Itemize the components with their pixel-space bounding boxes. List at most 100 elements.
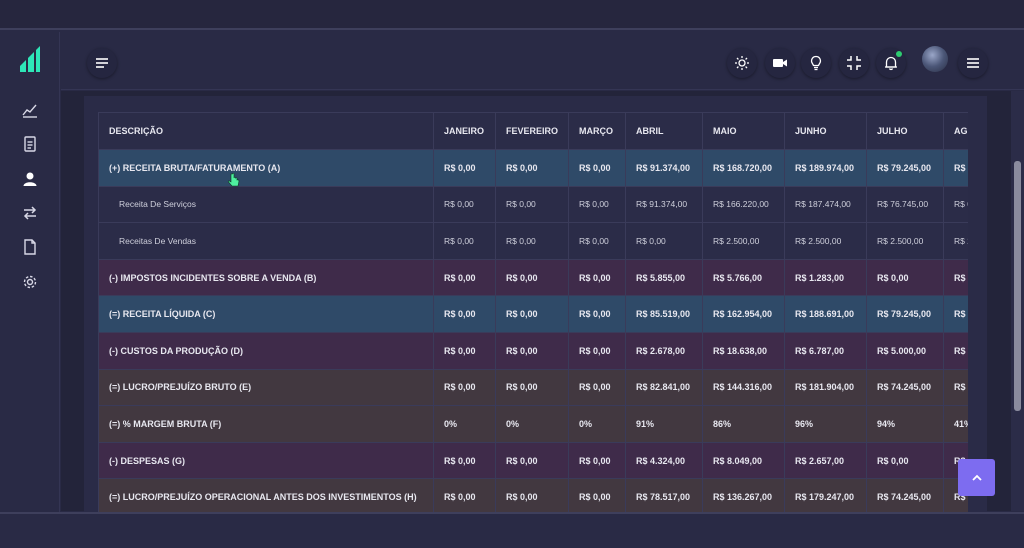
column-header: MAIO (702, 112, 785, 150)
table-cell: R$ 0,00 (568, 222, 626, 260)
table-cell: R$ 188.691,00 (784, 295, 867, 333)
top-header (61, 32, 1024, 90)
table-cell: R$ 0,00 (433, 185, 496, 224)
table-cell: R$ 5.855,00 (625, 258, 703, 297)
table-cell: R$ 91.374,00 (625, 149, 703, 187)
column-header: ABRIL (625, 112, 703, 150)
compress-icon[interactable] (839, 48, 869, 78)
table-cell: R$ 0,00 (495, 295, 569, 333)
table-cell: R$ (943, 149, 968, 187)
table-cell: 41% (943, 405, 968, 443)
row-description: (+) RECEITA BRUTA/FATURAMENTO (A) (98, 149, 434, 187)
transfer-icon[interactable] (20, 203, 40, 223)
table-cell: R$ 187.474,00 (784, 185, 867, 224)
table-cell: R$ 2.657,00 (784, 441, 867, 480)
column-header: JUNHO (784, 112, 867, 150)
column-header: MARÇO (568, 112, 626, 150)
table-cell: 0% (568, 405, 626, 443)
table-row[interactable]: (-) DESPESAS (G) R$ 0,00 R$ 0,00 R$ 0,00 R$ … (98, 441, 968, 480)
video-icon[interactable] (765, 48, 795, 78)
table-cell: R$ 2.500,00 (702, 222, 785, 260)
table-cell: R$ 0,00 (433, 368, 496, 407)
table-cell: R$ 1.283,00 (784, 258, 867, 297)
file-icon[interactable] (20, 237, 40, 257)
table-cell: R$ 0,00 (433, 441, 496, 480)
table-row[interactable]: (=) RECEITA LÍQUIDA (C) R$ 0,00 R$ 0,00 R$ … (98, 295, 968, 333)
table-cell: R$ (943, 258, 968, 297)
table-row[interactable]: (=) % MARGEM BRUTA (F) 0% 0% 0% 91% 86% 96% 94%… (98, 405, 968, 443)
sun-icon[interactable] (727, 48, 757, 78)
table-row[interactable]: (-) IMPOSTOS INCIDENTES SOBRE A VENDA (B… (98, 258, 968, 297)
hamburger-icon[interactable] (958, 48, 988, 78)
avatar[interactable] (922, 46, 948, 72)
mouse-cursor-icon (228, 173, 240, 187)
dre-table-container[interactable]: DESCRIÇÃO JANEIRO FEVEREIRO MARÇO ABRIL MAIO J… (98, 112, 968, 512)
page-scrollbar[interactable] (1011, 91, 1024, 511)
user-icon[interactable] (20, 169, 40, 189)
table-cell: R$ (943, 295, 968, 333)
table-cell: R$ 162.954,00 (702, 295, 785, 333)
row-description: Receita De Serviços (98, 185, 434, 224)
table-cell: R$ 18.638,00 (702, 331, 785, 370)
table-cell: R$ 0,00 (568, 295, 626, 333)
table-body: (+) RECEITA BRUTA/FATURAMENTO (A) R$ 0,00… (98, 149, 968, 512)
table-row[interactable]: (=) LUCRO/PREJUÍZO BRUTO (E) R$ 0,00 R$ 0,… (98, 368, 968, 407)
table-cell: R$ 79.245,00 (866, 149, 944, 187)
bell-icon[interactable] (876, 48, 906, 78)
table-cell: R$ 0,00 (866, 258, 944, 297)
table-cell: R$ 0,00 (625, 222, 703, 260)
table-cell: R$ 0,00 (433, 478, 496, 512)
table-cell: R$ 85.519,00 (625, 295, 703, 333)
table-cell: 91% (625, 405, 703, 443)
table-cell: R$ 0,00 (568, 331, 626, 370)
sidebar (0, 32, 60, 512)
table-cell: R$ 0,00 (495, 185, 569, 224)
table-row[interactable]: (=) LUCRO/PREJUÍZO OPERACIONAL ANTES DOS… (98, 478, 968, 512)
table-cell: R$ 5.766,00 (702, 258, 785, 297)
row-description: (-) CUSTOS DA PRODUÇÃO (D) (98, 331, 434, 370)
row-description: Receitas De Vendas (98, 222, 434, 260)
table-cell: 96% (784, 405, 867, 443)
table-cell: R$ 0,00 (433, 258, 496, 297)
table-cell: 0% (433, 405, 496, 443)
table-cell: R$ 2.500,00 (866, 222, 944, 260)
scrollbar-thumb[interactable] (1014, 161, 1021, 411)
table-cell: R$ 82.841,00 (625, 368, 703, 407)
table-cell: R$ 0,00 (568, 478, 626, 512)
document-icon[interactable] (20, 134, 40, 154)
column-header: AG (943, 112, 968, 150)
lightbulb-icon[interactable] (801, 48, 831, 78)
table-row[interactable]: Receita De Serviços R$ 0,00 R$ 0,00 R$ 0,00… (98, 185, 968, 224)
table-cell: R$ 2.500,00 (784, 222, 867, 260)
menu-toggle-icon[interactable] (87, 48, 117, 78)
table-cell: R$ 78.517,00 (625, 478, 703, 512)
table-cell: R$ 0,00 (866, 441, 944, 480)
table-row[interactable]: Receitas De Vendas R$ 0,00 R$ 0,00 R$ 0,00 R… (98, 222, 968, 260)
table-cell: 94% (866, 405, 944, 443)
table-cell: R$ 168.720,00 (702, 149, 785, 187)
row-description: (=) RECEITA LÍQUIDA (C) (98, 295, 434, 333)
table-cell: R$ 6.787,00 (784, 331, 867, 370)
table-cell: R$ 74.245,00 (866, 478, 944, 512)
table-cell: R$ 74.245,00 (866, 368, 944, 407)
chart-icon[interactable] (20, 100, 40, 120)
row-description: (=) LUCRO/PREJUÍZO BRUTO (E) (98, 368, 434, 407)
table-row[interactable]: (-) CUSTOS DA PRODUÇÃO (D) R$ 0,00 R$ 0,00… (98, 331, 968, 370)
table-cell: R$ 0,00 (495, 331, 569, 370)
table-cell: R$ 166.220,00 (702, 185, 785, 224)
table-cell: R$ 79.245,00 (866, 295, 944, 333)
scroll-to-top-button[interactable] (958, 459, 995, 496)
table-cell: 86% (702, 405, 785, 443)
table-cell: R$ 0,00 (568, 185, 626, 224)
table-cell: R$ 0,00 (433, 149, 496, 187)
app-logo[interactable] (18, 46, 42, 72)
table-cell: R$ 5.000,00 (866, 331, 944, 370)
table-cell: R$ 2.678,00 (625, 331, 703, 370)
settings-icon[interactable] (20, 272, 40, 292)
table-cell: R$ 0,00 (568, 258, 626, 297)
table-cell: R$ 0 (943, 185, 968, 224)
chevron-up-icon (971, 474, 982, 481)
table-cell: R$ 0,00 (495, 222, 569, 260)
table-cell: R$ 136.267,00 (702, 478, 785, 512)
row-description: (-) IMPOSTOS INCIDENTES SOBRE A VENDA (B… (98, 258, 434, 297)
